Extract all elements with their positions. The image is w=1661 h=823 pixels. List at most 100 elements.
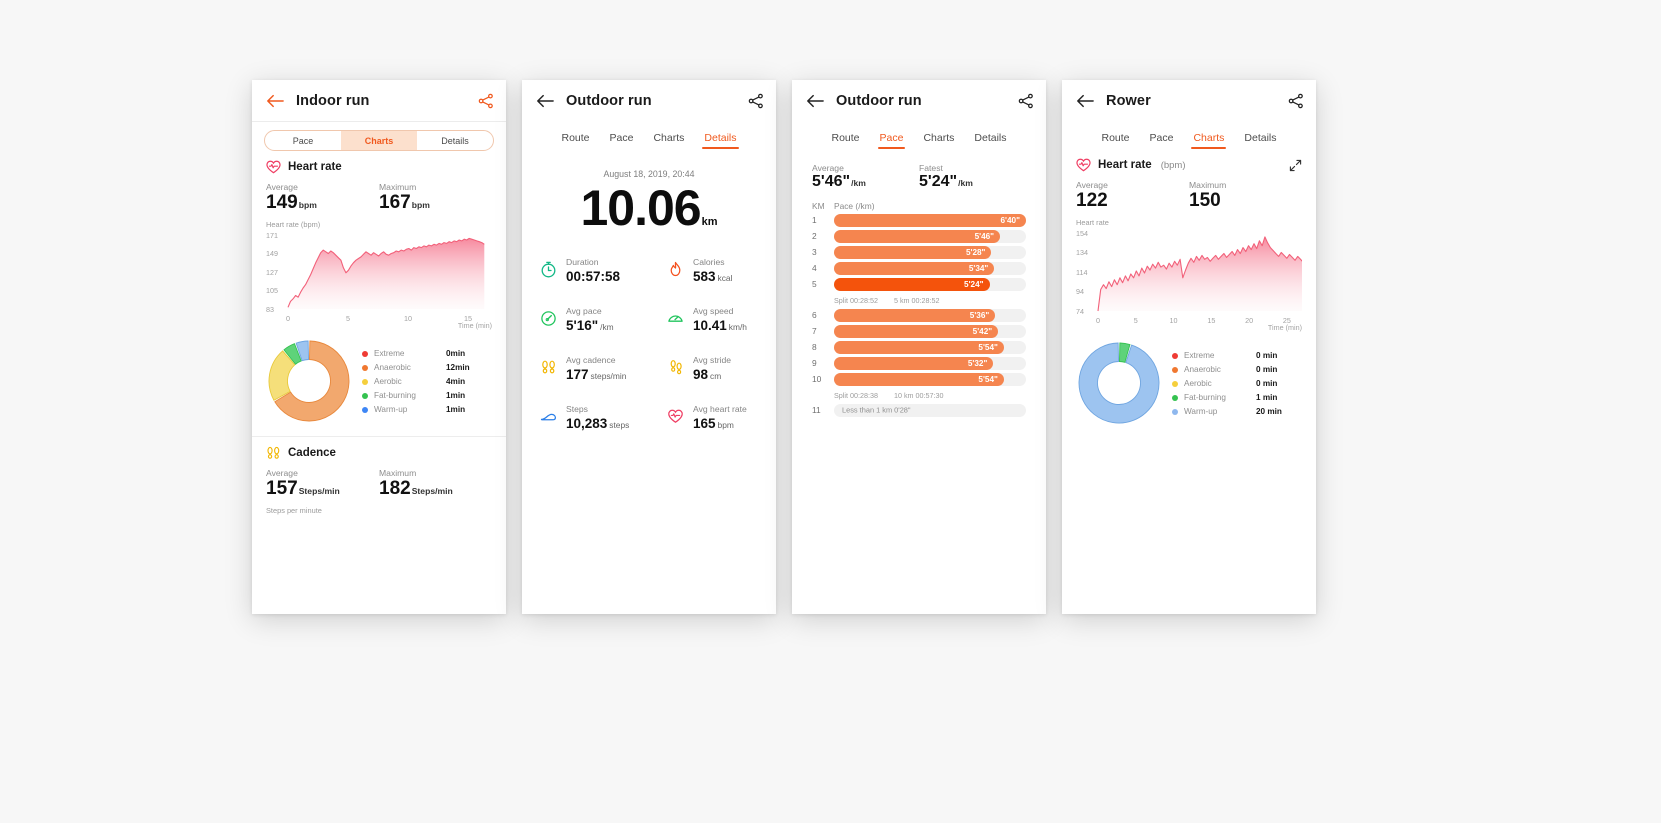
- tab-details[interactable]: Details: [702, 132, 739, 149]
- heart-rate-icon: [266, 160, 281, 174]
- legend-label: Fat-burning: [1184, 393, 1226, 403]
- pace-fastest: Fatest 5'24"/km: [919, 163, 1026, 191]
- tab-bar[interactable]: Route Pace Charts Details: [522, 122, 776, 149]
- tab-route[interactable]: Route: [561, 132, 589, 149]
- pace-value: 5'54": [978, 374, 998, 384]
- stat-item: Calories 583 kcal: [649, 257, 776, 306]
- fastest-value: 5'24": [919, 173, 958, 190]
- pace-row: 9 5'32": [792, 356, 1046, 370]
- tab-pace[interactable]: Pace: [265, 131, 341, 150]
- heart-rate-average: Average 122: [1076, 180, 1189, 211]
- pace-km: 1: [812, 215, 817, 226]
- tab-charts[interactable]: Charts: [653, 132, 684, 149]
- legend-value: 0min: [446, 349, 466, 359]
- legend-color-dot: [362, 406, 368, 413]
- legend-color-dot: [1172, 394, 1178, 401]
- pace-row: 10 5'54": [792, 372, 1046, 386]
- pace-bar-track: 6'40": [834, 213, 1026, 227]
- share-icon[interactable]: [1018, 93, 1034, 109]
- pace-row: 5 5'24": [792, 277, 1046, 291]
- pace-table: 1 6'40" 2 5'46" 3 5'28" 4 5'34" 5 5'24" Split 00:2…: [792, 213, 1046, 417]
- pace-bar-fill: 6'40": [834, 213, 1026, 227]
- pace-bar-fill: 5'46": [834, 229, 1001, 243]
- maximum-value: 167: [379, 192, 411, 213]
- stat-value: 00:57:58: [566, 269, 621, 284]
- legend-value: 0 min: [1256, 365, 1278, 375]
- segmented-tabs[interactable]: Pace Charts Details: [264, 130, 494, 151]
- page-title: Outdoor run: [836, 93, 922, 109]
- legend-label: Anaerobic: [374, 363, 411, 373]
- legend-color-dot: [362, 392, 368, 399]
- legend-label: Warm-up: [374, 405, 408, 415]
- stat-unit: kcal: [717, 273, 733, 283]
- tab-route[interactable]: Route: [1101, 132, 1129, 149]
- split-row: Split 00:28:52 5 km 00:28:52: [792, 294, 1046, 309]
- tab-charts[interactable]: Charts: [341, 131, 417, 150]
- legend-row: Extreme 0 min: [1172, 351, 1302, 360]
- share-icon[interactable]: [748, 93, 764, 109]
- maximum-label: Maximum: [1189, 180, 1227, 190]
- back-arrow-icon[interactable]: [1076, 93, 1094, 109]
- pace-table-header: KM Pace (/km): [792, 191, 1046, 214]
- legend-value: 1 min: [1256, 393, 1278, 403]
- tab-details[interactable]: Details: [1244, 132, 1276, 149]
- phone-panel-indoor-run: Indoor run Pace Charts Details Heart rat…: [252, 80, 506, 614]
- pace-km: 10: [812, 374, 822, 385]
- pace-bar-track: 5'46": [834, 229, 1026, 243]
- pace-km: 2: [812, 231, 817, 242]
- tab-pace[interactable]: Pace: [877, 132, 906, 149]
- pace-value: 5'24": [964, 279, 984, 289]
- tab-pace[interactable]: Pace: [610, 132, 634, 149]
- average-label: Average: [812, 163, 844, 173]
- expand-icon[interactable]: [1289, 159, 1302, 172]
- back-arrow-icon[interactable]: [266, 93, 284, 109]
- flame-icon: [670, 261, 681, 277]
- stat-item: Avg cadence 177 steps/min: [522, 355, 649, 404]
- stat-item: Avg pace 5'16"/km: [522, 306, 649, 355]
- share-icon[interactable]: [1288, 93, 1304, 109]
- legend-value: 0 min: [1256, 351, 1278, 361]
- maximum-value: 150: [1189, 190, 1221, 211]
- stats-grid: Duration 00:57:58 Calories 583 kcal Avg pace 5…: [522, 235, 776, 453]
- stat-label: Avg speed: [693, 306, 734, 316]
- cadence-title: Cadence: [288, 446, 336, 459]
- stride-icon: [670, 360, 682, 375]
- page-title: Rower: [1106, 93, 1151, 109]
- average-value: 157: [266, 477, 298, 499]
- app-header: Outdoor run: [522, 80, 776, 122]
- stat-value: 10,283: [566, 416, 608, 431]
- pace-row: 4 5'34": [792, 261, 1046, 275]
- column-pace: Pace (/km): [834, 200, 875, 211]
- tab-route[interactable]: Route: [831, 132, 859, 149]
- pace-row: 8 5'54": [792, 340, 1046, 354]
- split-total: 10 km 00:57:30: [893, 390, 944, 400]
- split-time: Split 00:28:52: [834, 295, 878, 305]
- tab-details[interactable]: Details: [974, 132, 1006, 149]
- pace-row: 3 5'28": [792, 245, 1046, 259]
- tab-bar[interactable]: Route Pace Charts Details: [1062, 122, 1316, 149]
- split-time: Split 00:28:38: [834, 390, 878, 400]
- split-total: 5 km 00:28:52: [893, 295, 940, 305]
- share-icon[interactable]: [478, 93, 494, 109]
- tab-charts[interactable]: Charts: [1191, 132, 1227, 149]
- legend-row: Aerobic 0 min: [1172, 379, 1302, 388]
- pace-km: 3: [812, 247, 817, 258]
- tab-bar[interactable]: Route Pace Charts Details: [792, 122, 1046, 149]
- back-arrow-icon[interactable]: [536, 93, 554, 109]
- stat-item: Avg stride 98 cm: [649, 355, 776, 404]
- screenshot-stage: Indoor run Pace Charts Details Heart rat…: [0, 0, 1661, 823]
- maximum-label: Maximum: [379, 182, 417, 192]
- tab-details[interactable]: Details: [417, 131, 493, 150]
- pace-bar-track: 5'36": [834, 308, 1026, 322]
- maximum-unit: Steps/min: [411, 485, 453, 496]
- tab-charts[interactable]: Charts: [923, 132, 954, 149]
- pace-bar-fill: 5'42": [834, 324, 999, 338]
- pace-bar-track: Less than 1 km 0'28": [834, 403, 1026, 417]
- heart-rate-area-path: [1097, 236, 1302, 312]
- back-arrow-icon[interactable]: [806, 93, 824, 109]
- legend-value: 1min: [446, 405, 466, 415]
- pace-bar-track: 5'24": [834, 277, 1026, 291]
- activity-date: August 18, 2019, 20:44: [603, 169, 695, 179]
- pace-value: 5'54": [978, 342, 998, 352]
- tab-pace[interactable]: Pace: [1150, 132, 1174, 149]
